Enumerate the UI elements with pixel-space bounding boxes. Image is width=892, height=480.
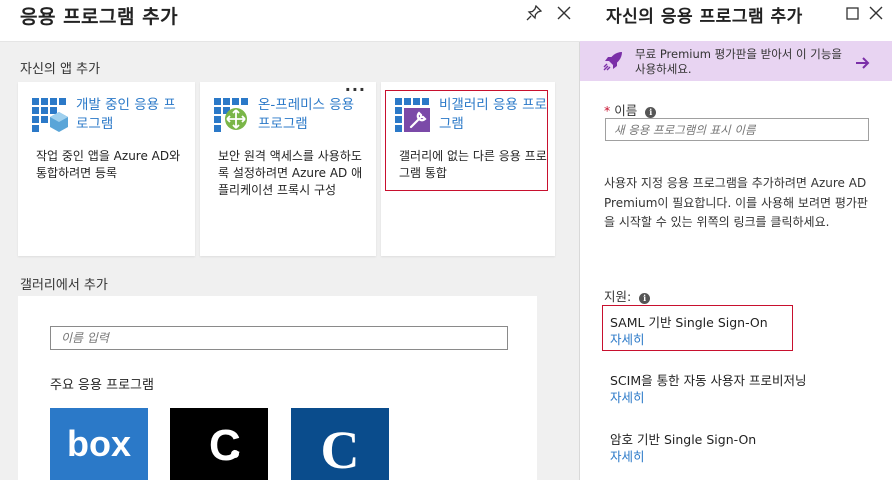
gallery-panel: 주요 응용 프로그램 box C C	[18, 296, 537, 480]
add-application-blade: 응용 프로그램 추가 자신의 앱 추가 개발 중인 응용 프로그램 작업 중인 …	[0, 0, 580, 480]
app-name-input[interactable]	[605, 118, 869, 141]
close-icon[interactable]	[554, 2, 574, 24]
tile-description: 작업 중인 앱을 Azure AD와 통합하려면 등록	[36, 149, 181, 180]
learn-more-link-saml[interactable]: 자세히	[610, 329, 645, 348]
app-grid-icon	[32, 98, 68, 132]
tile-app-in-development[interactable]: 개발 중인 응용 프로그램 작업 중인 앱을 Azure AD와 통합하려면 등…	[18, 82, 195, 256]
gallery-search-input[interactable]	[50, 326, 508, 350]
tile-non-gallery-app[interactable]: 비갤러리 응용 프로그램 갤러리에 없는 다른 응용 프로그램 통합	[381, 82, 555, 256]
gallery-section-label: 갤러리에서 추가	[20, 278, 108, 293]
name-label-text: 이름	[614, 103, 638, 118]
on-premises-app-icon	[214, 98, 250, 132]
premium-banner-text: 무료 Premium 평가판을 받아서 이 기능을 사용하세요.	[635, 47, 842, 76]
name-field-label: * 이름 i	[604, 100, 657, 119]
blade-content: 자신의 앱 추가 개발 중인 응용 프로그램 작업 중인 앱을 Azure AD…	[0, 42, 579, 480]
arrow-right-icon	[856, 54, 870, 73]
tile-title: 개발 중인 응용 프로그램	[76, 97, 176, 132]
cornerstone-logo-icon: C	[321, 420, 360, 474]
box-logo-icon: box	[67, 424, 131, 464]
box-logo-text: box	[67, 424, 131, 464]
concur-logo-text: C	[209, 421, 241, 470]
concur-logo-icon: C	[209, 421, 241, 470]
info-icon[interactable]: i	[645, 107, 657, 118]
featured-app-box[interactable]: box	[50, 408, 148, 480]
tile-title: 온-프레미스 응용 프로그램	[258, 97, 355, 132]
blade-header: 응용 프로그램 추가	[0, 0, 580, 42]
add-your-own-application-blade: 자신의 응용 프로그램 추가 무료 Premium 평가판을 받아서 이 기능을…	[580, 0, 892, 480]
learn-more-link-scim[interactable]: 자세히	[610, 387, 645, 406]
support-label: 지원: i	[604, 286, 651, 305]
premium-trial-banner[interactable]: 무료 Premium 평가판을 받아서 이 기능을 사용하세요.	[580, 41, 892, 81]
premium-required-description: 사용자 지정 응용 프로그램을 추가하려면 Azure AD Premium이 …	[604, 176, 868, 229]
pin-icon[interactable]	[524, 2, 544, 24]
highlight-box	[385, 90, 548, 191]
maximize-icon[interactable]	[842, 2, 862, 24]
featured-apps-label: 주요 응용 프로그램	[50, 378, 154, 393]
featured-app-cornerstone[interactable]: C	[291, 408, 389, 480]
info-icon[interactable]: i	[639, 293, 651, 304]
learn-more-link-password[interactable]: 자세히	[610, 446, 645, 465]
cornerstone-logo-text: C	[321, 420, 360, 474]
close-icon[interactable]	[866, 2, 886, 24]
blade-title: 응용 프로그램 추가	[20, 6, 179, 28]
tile-on-premises-app[interactable]: ··· 온-프레미스 응용 프로그램 보안 원격 액세스를 사용하도록 설정하려…	[200, 80, 376, 256]
required-marker: *	[604, 103, 611, 118]
featured-app-concur[interactable]: C	[170, 408, 268, 480]
rocket-icon	[602, 50, 624, 76]
tile-description: 보안 원격 액세스를 사용하도록 설정하려면 Azure AD 애플리케이션 프…	[218, 149, 363, 197]
blade-title: 자신의 응용 프로그램 추가	[606, 7, 803, 27]
own-apps-section-label: 자신의 앱 추가	[20, 62, 101, 77]
support-label-text: 지원:	[604, 289, 632, 304]
